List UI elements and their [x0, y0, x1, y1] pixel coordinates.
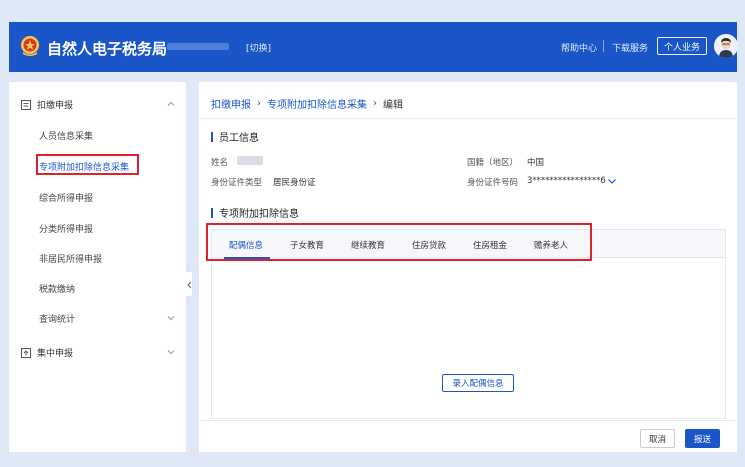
name-value-redacted [237, 156, 263, 165]
sidebar-group-withholding[interactable]: 扣缴申报 [21, 98, 73, 111]
submit-button[interactable]: 报送 [685, 429, 720, 448]
employee-info-title: 员工信息 [211, 129, 259, 144]
section-marker [211, 131, 213, 142]
highlight-box-sidebar [36, 154, 139, 175]
sidebar-group-label: 集中申报 [37, 349, 74, 359]
org-name-redacted [167, 43, 229, 50]
chevron-right-icon: › [257, 98, 261, 109]
id-type-value: 居民身份证 [273, 178, 316, 188]
tax-emblem-icon [21, 36, 39, 56]
avatar[interactable] [714, 34, 738, 58]
section-marker [211, 207, 213, 218]
nationality-label: 国籍（地区） [467, 158, 519, 168]
id-number-value: 3****************6 [527, 176, 606, 186]
deduction-info-title: 专项附加扣除信息 [211, 205, 299, 220]
app-title: 自然人电子税务局 [47, 40, 168, 58]
personal-business-button[interactable]: 个人业务 [657, 37, 707, 55]
org-name-prefix: 迪 [154, 45, 164, 55]
name-label: 姓名 [211, 158, 229, 168]
section-title-text: 员工信息 [219, 133, 259, 144]
nationality-value: 中国 [527, 158, 545, 168]
id-number-label: 身份证件号码 [467, 178, 519, 188]
chevron-down-icon[interactable] [166, 313, 176, 323]
sidebar-group-centralized[interactable]: 集中申报 [21, 346, 73, 359]
chevron-right-icon: › [373, 98, 377, 109]
breadcrumb: 扣缴申报 › 专项附加扣除信息采集 › 编辑 [211, 96, 403, 111]
highlight-box-tabs [206, 223, 592, 261]
cancel-button[interactable]: 取消 [640, 429, 675, 448]
breadcrumb-special-deduction[interactable]: 专项附加扣除信息采集 [267, 96, 367, 111]
tab-panel: 录入配偶信息 [211, 258, 726, 419]
chevron-left-icon [187, 281, 192, 289]
top-header: 自然人电子税务局 迪 [切换] 帮助中心 下载服务 个人业务 [9, 22, 738, 72]
id-type-label: 身份证件类型 [211, 178, 263, 188]
divider [199, 118, 737, 119]
sidebar-item-nonresident-income[interactable]: 非居民所得申报 [39, 252, 102, 265]
section-title-text: 专项附加扣除信息 [219, 209, 299, 220]
enter-spouse-info-button[interactable]: 录入配偶信息 [442, 374, 514, 392]
main-panel: 扣缴申报 › 专项附加扣除信息采集 › 编辑 员工信息 姓名 身份证件类型 居民… [199, 82, 737, 452]
help-center-link[interactable]: 帮助中心 [561, 41, 597, 54]
sidebar-item-classified-income[interactable]: 分类所得申报 [39, 222, 93, 235]
breadcrumb-withholding[interactable]: 扣缴申报 [211, 96, 251, 111]
sidebar-item-query-stats[interactable]: 查询统计 [39, 312, 75, 325]
breadcrumb-edit: 编辑 [383, 100, 403, 111]
chevron-down-icon[interactable] [166, 347, 176, 357]
download-service-link[interactable]: 下载服务 [612, 41, 648, 54]
chevron-up-icon[interactable] [166, 99, 176, 109]
sidebar-collapse-handle[interactable] [186, 271, 193, 297]
header-divider [603, 40, 604, 52]
switch-org-link[interactable]: [切换] [246, 41, 271, 54]
sidebar-group-label: 扣缴申报 [37, 101, 74, 111]
sidebar-item-comprehensive-income[interactable]: 综合所得申报 [39, 191, 93, 204]
chevron-down-icon[interactable] [607, 177, 617, 185]
sidebar: 扣缴申报 人员信息采集 专项附加扣除信息采集 综合所得申报 分类所得申报 非居民… [9, 82, 186, 452]
user-avatar-icon [714, 34, 738, 58]
divider [199, 420, 737, 421]
sidebar-item-personnel-info[interactable]: 人员信息采集 [39, 129, 93, 142]
document-icon [21, 99, 31, 110]
sidebar-item-tax-payment[interactable]: 税款缴纳 [39, 282, 75, 295]
upload-icon [21, 347, 31, 358]
